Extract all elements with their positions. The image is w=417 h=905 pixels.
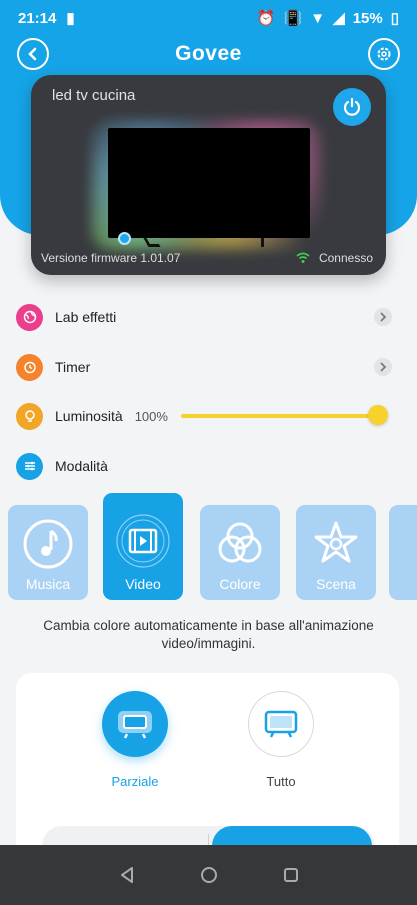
gear-icon bbox=[377, 47, 391, 61]
signal-icon: ◢ bbox=[333, 10, 345, 27]
system-nav-bar bbox=[0, 845, 417, 905]
partial-label: Parziale bbox=[111, 774, 159, 789]
battery-percent: 15% bbox=[352, 9, 383, 27]
tv-partial-icon bbox=[118, 711, 152, 739]
mode-video[interactable]: Video bbox=[103, 493, 183, 600]
power-button[interactable] bbox=[333, 88, 371, 126]
brightness-percent: 100% bbox=[134, 408, 168, 424]
wifi-icon: ▼ bbox=[310, 9, 326, 27]
square-recents-icon bbox=[283, 868, 298, 882]
back-nav-button[interactable] bbox=[116, 864, 138, 886]
triangle-back-icon bbox=[120, 867, 133, 883]
menu-lab-effects[interactable]: Lab effetti bbox=[16, 302, 392, 332]
connection-status: Connesso bbox=[296, 251, 373, 265]
mode-scene-label: Scena bbox=[316, 576, 356, 592]
brightness-slider-track[interactable] bbox=[181, 414, 378, 418]
mode-music-label: Musica bbox=[25, 576, 71, 592]
sliders-icon bbox=[16, 452, 43, 480]
firmware-version: Versione firmware 1.01.07 bbox=[41, 251, 181, 265]
mode-video-label: Video bbox=[125, 576, 161, 592]
power-icon bbox=[343, 97, 361, 116]
menu-brightness: Luminosità 100% bbox=[16, 401, 392, 431]
video-film-icon bbox=[116, 514, 170, 568]
govee-logo: Govee bbox=[175, 42, 242, 65]
lightbulb-icon bbox=[16, 402, 43, 430]
notification-icon: ▮ bbox=[66, 10, 75, 27]
settings-button[interactable] bbox=[368, 38, 400, 70]
connection-label: Connesso bbox=[318, 251, 373, 265]
menu-lab-effects-label: Lab effetti bbox=[55, 309, 117, 325]
partial-button[interactable] bbox=[102, 691, 168, 757]
chevron-left-icon bbox=[28, 47, 37, 61]
mode-color[interactable]: Colore bbox=[200, 505, 280, 600]
chevron-right-icon bbox=[374, 308, 392, 326]
option-all[interactable]: Tutto bbox=[246, 691, 316, 789]
alarm-clock-icon bbox=[16, 353, 43, 381]
brightness-slider-thumb[interactable] bbox=[368, 405, 388, 425]
scene-star-icon bbox=[314, 521, 358, 563]
music-note-icon bbox=[23, 519, 73, 569]
status-time: 21:14 bbox=[18, 9, 57, 27]
status-bar: 21:14 ▮ ⏰ 📳 ▼ ◢ 15% ▯ bbox=[0, 0, 417, 36]
globe-icon bbox=[16, 303, 43, 331]
mode-music[interactable]: Musica bbox=[8, 505, 88, 600]
all-button[interactable] bbox=[248, 691, 314, 757]
camera-sensor-icon bbox=[118, 232, 131, 245]
menu-mode-label: Modalità bbox=[55, 458, 108, 474]
circle-home-icon bbox=[200, 867, 217, 883]
menu-timer[interactable]: Timer bbox=[16, 352, 392, 382]
device-name: led tv cucina bbox=[52, 87, 136, 104]
battery-icon: ▯ bbox=[390, 10, 399, 27]
chevron-right-icon bbox=[374, 358, 392, 376]
tv-stand-right bbox=[261, 238, 264, 247]
recents-nav-button[interactable] bbox=[280, 864, 302, 886]
mode-more[interactable] bbox=[389, 505, 417, 600]
mode-color-label: Colore bbox=[219, 576, 261, 592]
vibrate-icon: 📳 bbox=[283, 10, 303, 27]
mode-description: Cambia colore automaticamente in base al… bbox=[43, 618, 374, 651]
color-circles-icon bbox=[218, 522, 262, 563]
home-nav-button[interactable] bbox=[198, 864, 220, 886]
tv-screen bbox=[108, 128, 310, 238]
device-card: led tv cucina Versione firmware 1.01.07 … bbox=[31, 75, 386, 275]
mode-scene[interactable]: Scena bbox=[296, 505, 376, 600]
app-header: Govee bbox=[0, 36, 417, 72]
wifi-icon bbox=[296, 252, 310, 263]
menu-mode: Modalità bbox=[16, 451, 392, 481]
menu-brightness-label: Luminosità bbox=[55, 408, 123, 424]
tv-full-icon bbox=[264, 710, 298, 738]
menu-timer-label: Timer bbox=[55, 359, 91, 375]
alarm-icon: ⏰ bbox=[256, 10, 276, 27]
all-label: Tutto bbox=[266, 774, 296, 789]
option-partial[interactable]: Parziale bbox=[100, 691, 170, 789]
back-button[interactable] bbox=[17, 38, 49, 70]
mode-selector: Musica Video Colore Scena bbox=[0, 493, 417, 603]
